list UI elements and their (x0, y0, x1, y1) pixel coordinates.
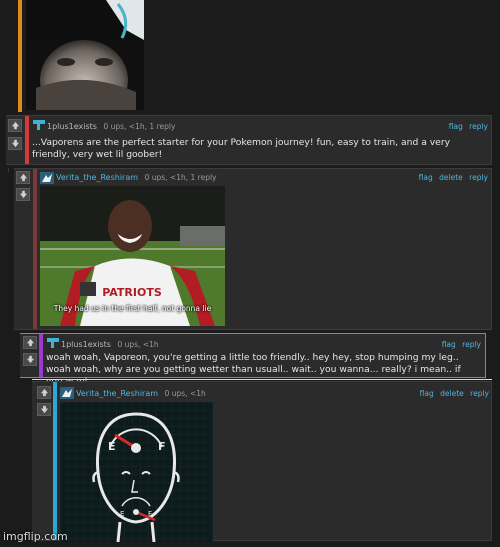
reply-link[interactable]: reply (470, 389, 489, 398)
delete-link[interactable]: delete (439, 173, 463, 182)
reply-link[interactable]: reply (469, 173, 488, 182)
meme-caption: They had us in the first half, not gonna… (53, 304, 212, 313)
comment-3-actions: flag reply (438, 340, 481, 349)
thread-bar-red (25, 116, 29, 164)
reply-link[interactable]: reply (462, 340, 481, 349)
comment-1-actions: flag reply (445, 122, 488, 131)
comment-4-actions: flag delete reply (416, 389, 489, 398)
upvote-button[interactable] (8, 119, 22, 132)
comment-info: 0 ups, <1h, 1 reply (103, 122, 176, 131)
downvote-button[interactable] (23, 353, 37, 366)
face-meme-image (26, 0, 144, 110)
imgflip-watermark: imgflip.com (3, 530, 68, 543)
username-link[interactable]: 1plus1exists (47, 122, 97, 131)
comment-info: 0 ups, <1h (164, 389, 206, 398)
top-thread-bar (18, 0, 22, 112)
reshiram-avatar-icon[interactable] (40, 172, 54, 184)
user-avatar-icon[interactable] (46, 337, 60, 349)
comment-2-meta: Verita_the_Reshiram 0 ups, <1h, 1 reply (56, 173, 216, 182)
upvote-button[interactable] (37, 386, 51, 399)
user-avatar-icon[interactable] (32, 119, 46, 131)
comment-3-meta: 1plus1exists 0 ups, <1h (61, 340, 159, 349)
svg-text:PATRIOTS: PATRIOTS (102, 286, 162, 299)
username-link[interactable]: 1plus1exists (61, 340, 111, 349)
comment-4-separator (32, 379, 492, 380)
reply-link[interactable]: reply (469, 122, 488, 131)
downvote-button[interactable] (37, 403, 51, 416)
thread-bar-blue (53, 382, 57, 540)
comment-2-actions: flag delete reply (415, 173, 488, 182)
flag-link[interactable]: flag (442, 340, 456, 349)
comment-1-text: ...Vaporens are the perfect starter for … (32, 137, 451, 160)
fuel-gauge-head-image: E F E F (60, 402, 213, 542)
downvote-button[interactable] (8, 137, 22, 150)
comment-2-indent-line (8, 168, 9, 172)
gauge-empty-label: E (108, 440, 116, 453)
reshiram-avatar-icon[interactable] (60, 387, 74, 399)
username-link[interactable]: Verita_the_Reshiram (56, 173, 138, 182)
delete-link[interactable]: delete (440, 389, 464, 398)
thread-bar-purple (39, 334, 43, 377)
downvote-button[interactable] (16, 188, 30, 201)
username-link[interactable]: Verita_the_Reshiram (76, 389, 158, 398)
upvote-button[interactable] (16, 171, 30, 184)
flag-link[interactable]: flag (420, 389, 434, 398)
flag-link[interactable]: flag (419, 173, 433, 182)
comment-info: 0 ups, <1h, 1 reply (144, 173, 217, 182)
thread-bar-maroon (33, 169, 37, 329)
comment-4-meta: Verita_the_Reshiram 0 ups, <1h (76, 389, 206, 398)
gauge-full-label: F (158, 440, 166, 453)
football-meme-image: PATRIOTS They had us in the first half, … (40, 186, 225, 326)
upvote-button[interactable] (23, 336, 37, 349)
flag-link[interactable]: flag (449, 122, 463, 131)
comment-info: 0 ups, <1h (117, 340, 159, 349)
svg-text:E: E (120, 510, 124, 518)
comment-1-meta: 1plus1exists 0 ups, <1h, 1 reply (47, 122, 175, 131)
